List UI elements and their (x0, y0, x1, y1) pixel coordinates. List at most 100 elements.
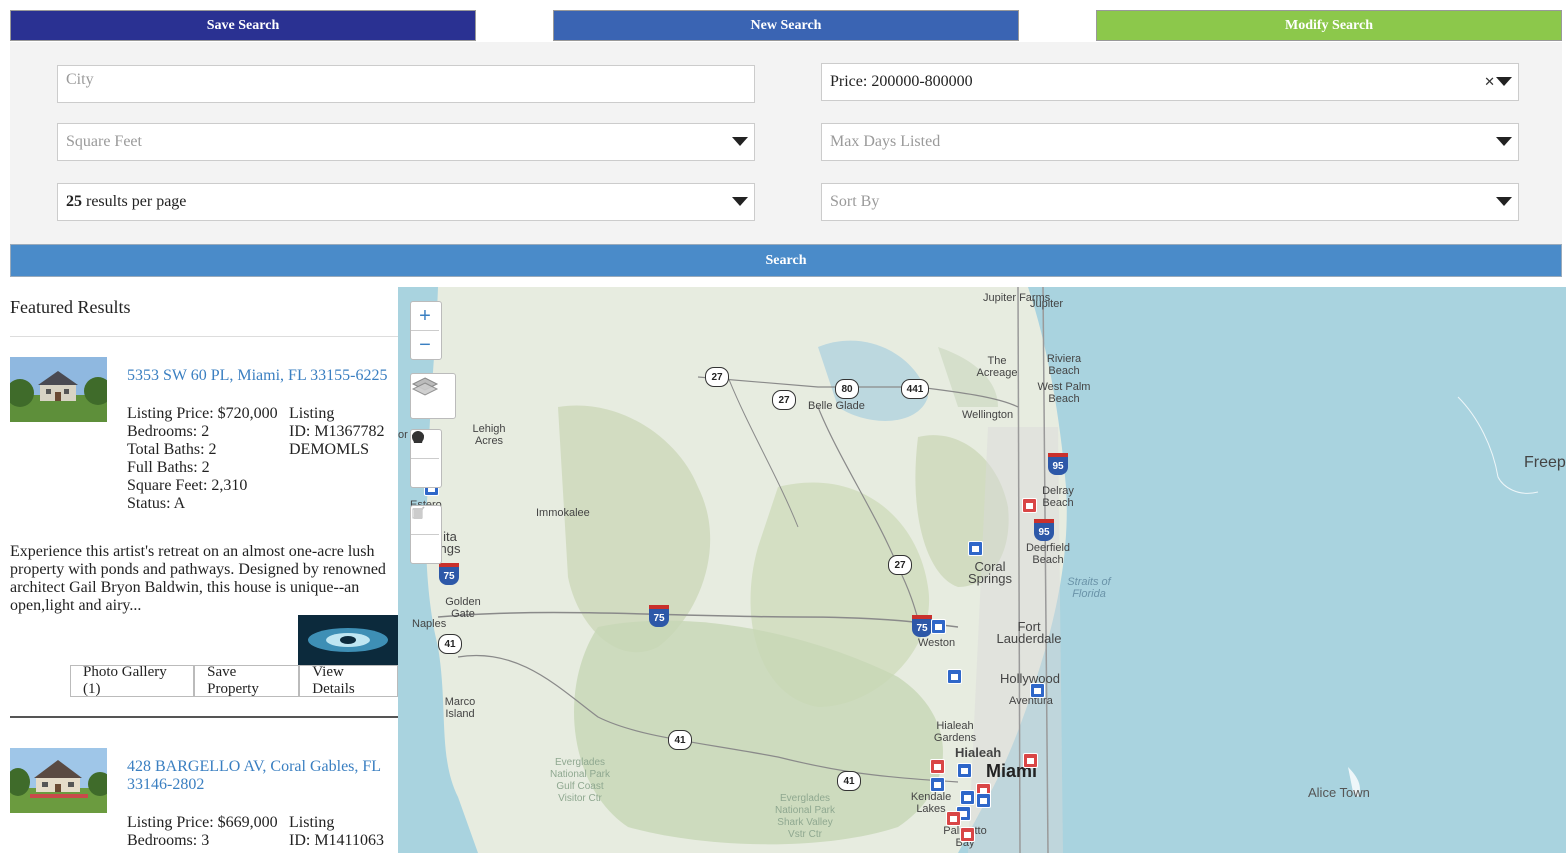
square-feet-placeholder: Square Feet (66, 133, 142, 150)
map-label-everglades-gulf-coast: Everglades National Park Gulf Coast Visi… (549, 757, 611, 804)
chevron-down-icon (1496, 137, 1512, 146)
per-page-suffix: results per page (82, 193, 187, 210)
city-input[interactable]: City (57, 65, 755, 103)
max-days-select[interactable]: Max Days Listed (821, 123, 1519, 161)
listing-marker-blue[interactable] (931, 619, 946, 634)
draw-circle-button[interactable] (411, 431, 439, 487)
results-heading: Featured Results (10, 297, 131, 317)
listing-price: Listing Price: $720,000 (127, 405, 278, 422)
listing-marker-blue[interactable] (1030, 683, 1045, 698)
map-label-weston: Weston (918, 637, 956, 649)
listing-description: Experience this artist's retreat on an a… (10, 543, 386, 614)
listing-square-feet: Square Feet: 2,310 (127, 477, 248, 494)
view-details-button[interactable]: View Details (299, 664, 398, 697)
per-page-select[interactable]: 25 results per page (57, 183, 755, 221)
listing-photo[interactable] (10, 357, 107, 422)
listing-photo[interactable] (10, 748, 107, 813)
listing-marker-blue[interactable] (976, 793, 991, 808)
listing-bedrooms: Bedrooms: 2 (127, 423, 210, 440)
map-label-west-palm-beach: West Palm Beach (1037, 381, 1091, 405)
listing-marker-red[interactable] (1022, 498, 1037, 513)
listing-details: Listing Price: $669,000 Bedrooms: 3 (127, 814, 278, 850)
zoom-in-button[interactable]: + (411, 302, 439, 331)
sort-by-placeholder: Sort By (830, 193, 880, 210)
us-highway-shield: 441 (901, 379, 929, 399)
us-highway-shield: 27 (888, 555, 912, 575)
listing-marker-red[interactable] (946, 811, 961, 826)
photo-gallery-button[interactable]: Photo Gallery (1) (70, 664, 195, 697)
listing-id-label: Listing (289, 814, 335, 831)
city-placeholder: City (66, 71, 94, 88)
map-label-jupiter: Jupiter (1030, 298, 1064, 310)
map-label-immokalee: Immokalee (536, 507, 590, 519)
listing-id-block: Listing ID: M1411063 (289, 814, 384, 850)
map-label-alice-town: Alice Town (1308, 785, 1370, 800)
us-highway-shield: 41 (837, 771, 861, 791)
listing-status: Status: A (127, 495, 186, 512)
map-label-riviera-beach: Riviera Beach (1046, 353, 1082, 377)
delete-layers-button[interactable] (411, 508, 439, 563)
new-search-button[interactable]: New Search (553, 10, 1019, 41)
draw-toolbar (410, 429, 442, 488)
sort-by-select[interactable]: Sort By (821, 183, 1519, 221)
per-page-value: 25 results per page (66, 193, 186, 211)
listing-id: ID: M1367782 (289, 423, 385, 440)
chevron-down-icon (732, 197, 748, 206)
zoom-out-button[interactable]: − (411, 331, 439, 359)
price-value: Price: 200000-800000 (830, 73, 973, 90)
map-view[interactable]: Jupiter Farms Jupiter The Acreage Rivier… (398, 287, 1566, 853)
listing-marker-blue[interactable] (957, 763, 972, 778)
layers-button[interactable] (410, 373, 456, 419)
listing-id-label: Listing (289, 405, 335, 422)
circle-icon (412, 431, 424, 443)
agent-image (298, 615, 398, 665)
listing-marker-blue[interactable] (930, 777, 945, 792)
listing-marker-blue[interactable] (947, 669, 962, 684)
listing-price: Listing Price: $669,000 (127, 814, 278, 831)
listing-full-baths: Full Baths: 2 (127, 459, 210, 476)
map-label-everglades-shark-valley: Everglades National Park Shark Valley Vs… (774, 793, 836, 840)
max-days-placeholder: Max Days Listed (830, 133, 941, 150)
layers-icon (411, 377, 439, 396)
map-label-fort-myers: or (398, 429, 408, 441)
featured-results: Featured Results 5353 SW 60 PL, Miami, F… (10, 287, 398, 853)
listing-marker-blue[interactable] (960, 790, 975, 805)
listing-id: ID: M1411063 (289, 832, 384, 849)
map-label-the-acreage: The Acreage (976, 355, 1018, 379)
map-label-golden-gate: Golden Gate (445, 596, 481, 620)
listing-bedrooms: Bedrooms: 3 (127, 832, 210, 849)
divider (10, 336, 398, 337)
search-button[interactable]: Search (10, 244, 1562, 277)
listing-address-link[interactable]: 428 BARGELLO AV, Coral Gables, FL 33146-… (127, 758, 397, 794)
save-search-button[interactable]: Save Search (10, 10, 476, 41)
map-label-delray-beach: Delray Beach (1042, 485, 1074, 509)
map-label-deerfield-beach: Deerfield Beach (1025, 542, 1071, 566)
save-property-button[interactable]: Save Property (194, 664, 300, 697)
listing-source: DEMOMLS (289, 441, 370, 458)
trash-icon (413, 508, 423, 519)
map-label-fort-lauderdale: Fort Lauderdale (996, 619, 1062, 646)
map-label-lehigh-acres: Lehigh Acres (472, 423, 506, 447)
us-highway-shield: 41 (438, 634, 462, 654)
search-filter-panel: City Price: 200000-800000 ✕ Square Feet … (10, 42, 1562, 244)
listing-marker-blue[interactable] (968, 541, 983, 556)
interstate-shield: 95 (1034, 519, 1054, 541)
price-select[interactable]: Price: 200000-800000 ✕ (821, 63, 1519, 101)
listing-marker-red[interactable] (960, 827, 975, 842)
map-label-freeport: Freep (1524, 454, 1566, 471)
listing-id-block: Listing ID: M1367782 DEMOMLS (289, 405, 385, 459)
us-highway-shield: 41 (668, 730, 692, 750)
modify-search-button[interactable]: Modify Search (1096, 10, 1562, 41)
map-label-hialeah: Hialeah (955, 745, 1002, 760)
listing-address-link[interactable]: 5353 SW 60 PL, Miami, FL 33155-6225 (127, 367, 397, 385)
map-label-belle-glade: Belle Glade (808, 400, 865, 412)
clear-icon[interactable]: ✕ (1484, 74, 1495, 90)
edit-toolbar (410, 505, 442, 564)
listing-marker-red[interactable] (1023, 753, 1038, 768)
listing-marker-red[interactable] (930, 759, 945, 774)
us-highway-shield: 27 (772, 390, 796, 410)
listing-total-baths: Total Baths: 2 (127, 441, 217, 458)
us-highway-shield: 27 (705, 367, 729, 387)
listing-details: Listing Price: $720,000 Bedrooms: 2 Tota… (127, 405, 278, 513)
square-feet-select[interactable]: Square Feet (57, 123, 755, 161)
